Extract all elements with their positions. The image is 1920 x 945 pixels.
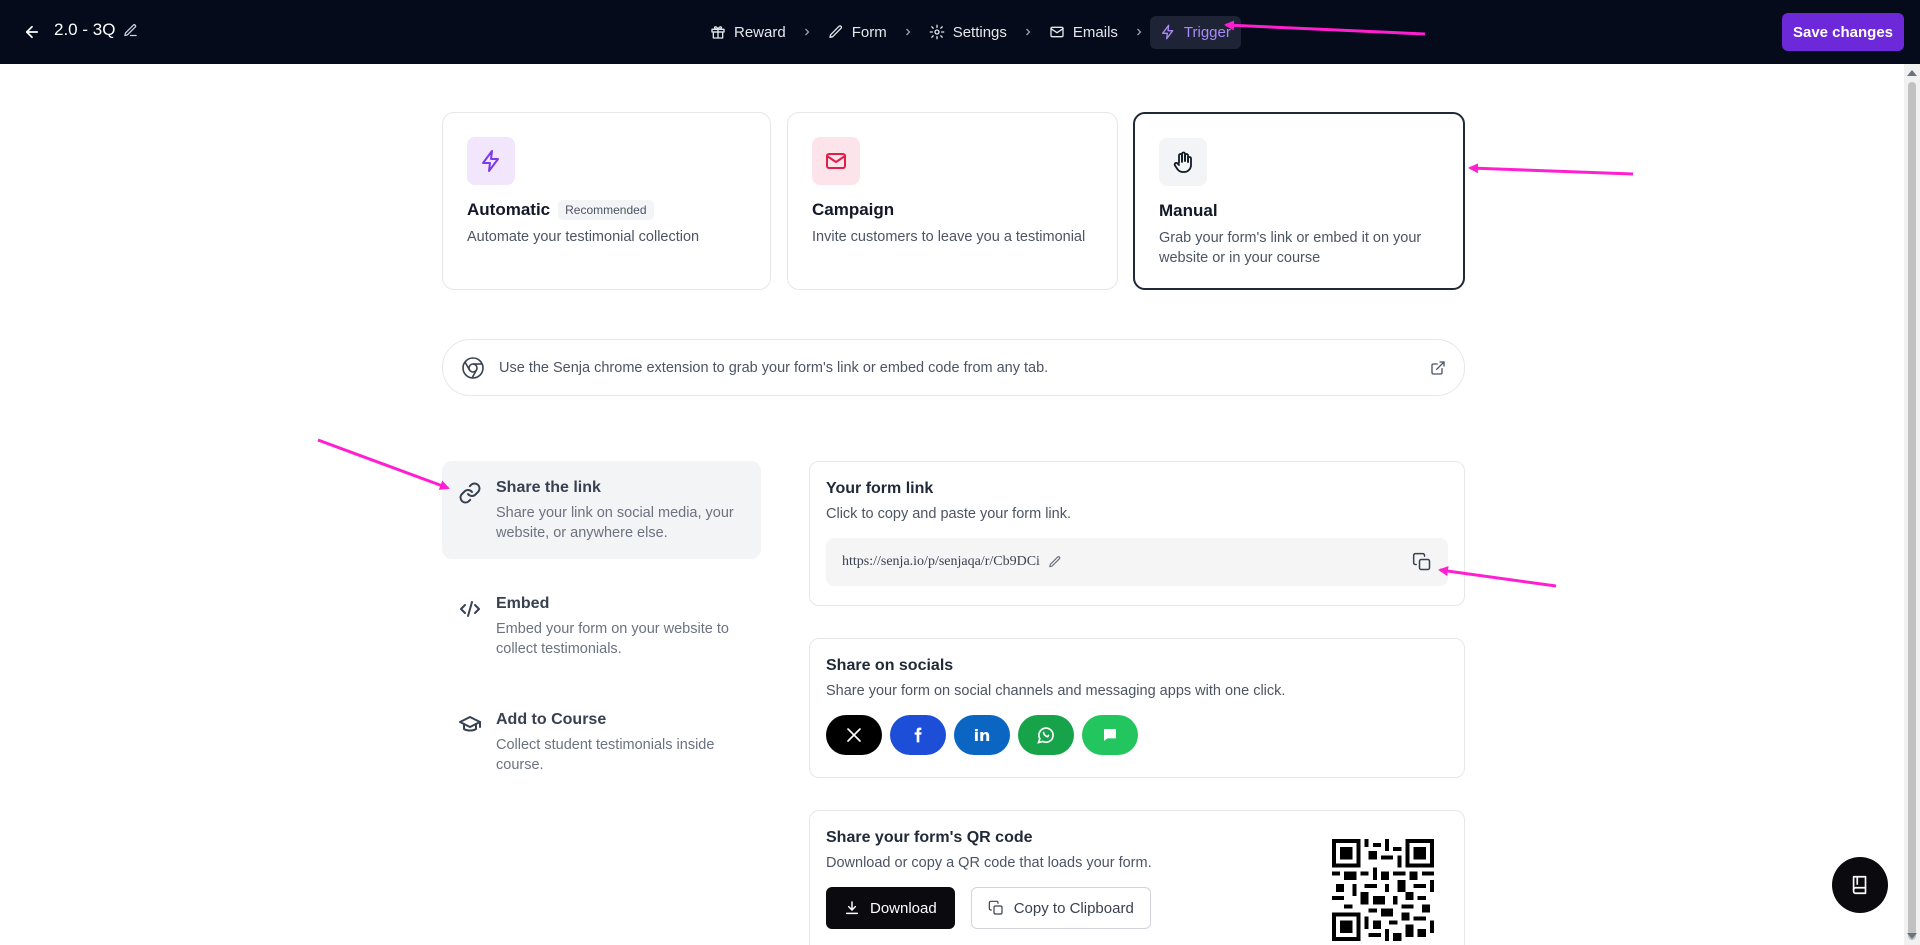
card-title: Automatic Recommended	[467, 199, 746, 221]
bolt-icon	[1161, 24, 1174, 40]
trigger-card-manual[interactable]: Manual Grab your form's link or embed it…	[1133, 112, 1465, 290]
copy-icon	[988, 900, 1003, 915]
card-title: Campaign	[812, 200, 895, 219]
graduation-cap-icon	[458, 713, 482, 737]
share-socials-panel: Share on socials Share your form on soci…	[809, 638, 1465, 778]
external-link-icon[interactable]	[1430, 360, 1446, 376]
share-message-button[interactable]	[1082, 715, 1138, 755]
chrome-extension-banner[interactable]: Use the Senja chrome extension to grab y…	[442, 339, 1465, 396]
page-scrollbar[interactable]	[1904, 64, 1920, 945]
mail-icon	[1050, 26, 1064, 38]
panel-title: Share on socials	[826, 657, 954, 674]
linkedin-icon: in	[973, 725, 991, 745]
form-link-url[interactable]: https://senja.io/p/senjaqa/r/Cb9DCi	[842, 554, 1040, 570]
card-description: Invite customers to leave you a testimon…	[812, 229, 1086, 245]
scroll-down-arrow-icon[interactable]	[1907, 933, 1917, 939]
step-settings-label: Settings	[952, 23, 1007, 41]
facebook-icon	[914, 727, 922, 743]
share-whatsapp-button[interactable]	[1018, 715, 1074, 755]
download-qr-button[interactable]: Download	[826, 887, 955, 929]
copy-link-icon[interactable]	[1412, 552, 1432, 572]
option-description: Collect student testimonials inside cour…	[496, 737, 715, 773]
book-icon	[1852, 875, 1867, 895]
step-reward-label: Reward	[734, 23, 786, 41]
option-title: Embed	[496, 595, 550, 612]
hand-icon	[1159, 138, 1207, 186]
step-settings[interactable]: Settings	[919, 16, 1017, 49]
social-buttons: in	[826, 715, 1448, 755]
chevron-right-icon	[897, 26, 919, 38]
copy-qr-button[interactable]: Copy to Clipboard	[970, 887, 1151, 929]
whatsapp-icon	[1037, 727, 1054, 744]
x-icon	[847, 728, 861, 742]
trigger-card-automatic[interactable]: Automatic Recommended Automate your test…	[442, 112, 771, 290]
edit-title-pencil-icon[interactable]	[123, 23, 138, 38]
card-title: Manual	[1159, 201, 1218, 220]
share-linkedin-button[interactable]: in	[954, 715, 1010, 755]
step-nav: Reward Form Settings Emails Trigger	[700, 14, 1241, 50]
recommended-badge: Recommended	[558, 200, 654, 220]
card-description: Automate your testimonial collection	[467, 229, 700, 245]
option-description: Embed your form on your website to colle…	[496, 621, 729, 657]
scrollbar-thumb[interactable]	[1908, 82, 1916, 940]
save-changes-button[interactable]: Save changes	[1782, 13, 1904, 51]
gift-icon	[711, 26, 725, 39]
chevron-right-icon	[1128, 26, 1150, 38]
form-link-box[interactable]: https://senja.io/p/senjaqa/r/Cb9DCi	[826, 538, 1448, 586]
card-description: Grab your form's link or embed it on you…	[1159, 230, 1422, 266]
back-arrow-icon[interactable]	[20, 20, 44, 44]
option-share-link[interactable]: Share the link Share your link on social…	[442, 461, 761, 559]
form-link-panel: Your form link Click to copy and paste y…	[809, 461, 1465, 606]
bolt-icon	[467, 137, 515, 185]
step-form-label: Form	[851, 23, 887, 41]
link-icon	[458, 481, 482, 505]
code-icon	[458, 597, 482, 621]
chevron-right-icon	[796, 26, 818, 38]
step-reward[interactable]: Reward	[700, 16, 796, 49]
chevron-right-icon	[1017, 26, 1039, 38]
top-bar: 2.0 - 3Q Reward Form Settings Emails Tri…	[0, 0, 1920, 64]
chrome-extension-text: Use the Senja chrome extension to grab y…	[499, 359, 1049, 376]
help-guide-button[interactable]	[1832, 857, 1888, 913]
option-title: Add to Course	[496, 711, 607, 728]
download-icon	[845, 901, 859, 915]
qr-code-image	[1332, 839, 1434, 941]
share-facebook-button[interactable]	[890, 715, 946, 755]
share-x-button[interactable]	[826, 715, 882, 755]
message-icon	[1104, 729, 1116, 741]
gear-icon	[929, 24, 945, 40]
step-emails[interactable]: Emails	[1039, 16, 1128, 49]
option-add-to-course[interactable]: Add to Course Collect student testimonia…	[442, 693, 761, 791]
chrome-icon	[461, 356, 485, 380]
option-embed[interactable]: Embed Embed your form on your website to…	[442, 577, 761, 675]
panel-title: Your form link	[826, 480, 934, 497]
mail-icon	[812, 137, 860, 185]
panel-description: Click to copy and paste your form link.	[826, 506, 1071, 522]
step-trigger-label: Trigger	[1183, 23, 1231, 41]
step-form[interactable]: Form	[818, 16, 897, 49]
trigger-card-campaign[interactable]: Campaign Invite customers to leave you a…	[787, 112, 1118, 290]
form-title-text: 2.0 - 3Q	[54, 20, 116, 39]
step-trigger[interactable]: Trigger	[1149, 15, 1241, 49]
option-description: Share your link on social media, your we…	[496, 505, 734, 541]
pencil-icon	[829, 25, 842, 38]
option-title: Share the link	[496, 479, 601, 496]
qr-code-panel: Share your form's QR code Download or co…	[809, 810, 1465, 945]
form-title[interactable]: 2.0 - 3Q	[54, 20, 138, 40]
panel-description: Share your form on social channels and m…	[826, 683, 1286, 699]
step-emails-label: Emails	[1072, 23, 1118, 41]
scroll-up-arrow-icon[interactable]	[1907, 70, 1917, 76]
edit-link-pencil-icon[interactable]	[1048, 555, 1062, 569]
